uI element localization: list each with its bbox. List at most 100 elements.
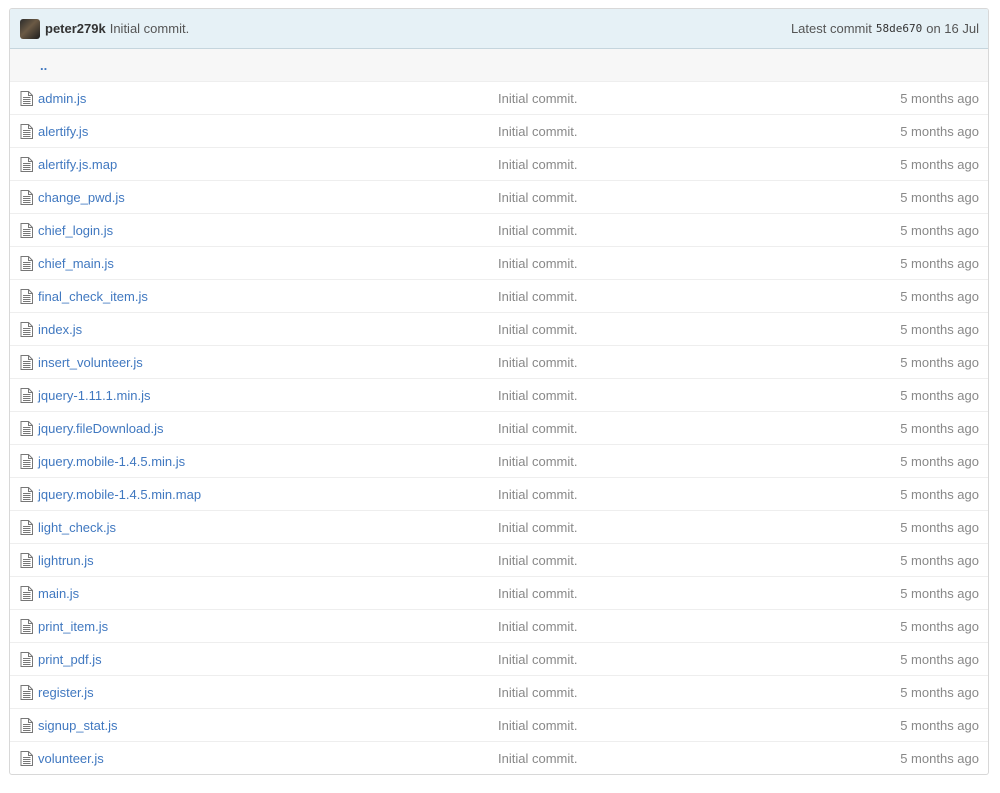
file-row: print_item.js Initial commit. 5 months a… — [10, 609, 988, 642]
file-row: volunteer.js Initial commit. 5 months ag… — [10, 741, 988, 774]
file-age: 5 months ago — [900, 684, 979, 700]
commit-message-link[interactable]: Initial commit. — [110, 21, 189, 36]
file-commit-message[interactable]: Initial commit. — [498, 652, 798, 667]
file-row: signup_stat.js Initial commit. 5 months … — [10, 708, 988, 741]
file-name-cell: jquery-1.11.1.min.js — [20, 387, 498, 403]
file-name-link[interactable]: signup_stat.js — [38, 718, 118, 733]
file-row: lightrun.js Initial commit. 5 months ago — [10, 543, 988, 576]
file-age: 5 months ago — [900, 321, 979, 337]
file-name-link[interactable]: light_check.js — [38, 520, 116, 535]
file-commit-message[interactable]: Initial commit. — [498, 190, 798, 205]
file-age: 5 months ago — [900, 651, 979, 667]
file-list: admin.js Initial commit. 5 months ago al… — [10, 81, 988, 774]
file-commit-message[interactable]: Initial commit. — [498, 751, 798, 766]
file-age: 5 months ago — [900, 420, 979, 436]
file-commit-message[interactable]: Initial commit. — [498, 157, 798, 172]
file-text-icon — [20, 486, 33, 502]
file-text-icon — [20, 717, 33, 733]
file-row: final_check_item.js Initial commit. 5 mo… — [10, 279, 988, 312]
file-name-link[interactable]: change_pwd.js — [38, 190, 125, 205]
file-text-icon — [20, 387, 33, 403]
file-commit-message[interactable]: Initial commit. — [498, 421, 798, 436]
file-name-link[interactable]: lightrun.js — [38, 553, 94, 568]
file-text-icon — [20, 453, 33, 469]
parent-directory-link[interactable]: .. — [40, 58, 47, 73]
file-commit-message[interactable]: Initial commit. — [498, 322, 798, 337]
latest-commit-label: Latest commit — [790, 21, 872, 36]
file-commit-message[interactable]: Initial commit. — [498, 619, 798, 634]
commit-date: on 16 Jul — [926, 21, 979, 36]
file-row: alertify.js.map Initial commit. 5 months… — [10, 147, 988, 180]
file-text-icon — [20, 651, 33, 667]
file-name-link[interactable]: jquery.mobile-1.4.5.min.map — [38, 487, 201, 502]
file-commit-message[interactable]: Initial commit. — [498, 718, 798, 733]
file-commit-message[interactable]: Initial commit. — [498, 388, 798, 403]
file-commit-message[interactable]: Initial commit. — [498, 454, 798, 469]
file-age: 5 months ago — [900, 453, 979, 469]
file-text-icon — [20, 288, 33, 304]
file-age: 5 months ago — [900, 354, 979, 370]
file-name-cell: insert_volunteer.js — [20, 354, 498, 370]
file-row: jquery.mobile-1.4.5.min.js Initial commi… — [10, 444, 988, 477]
file-name-cell: alertify.js.map — [20, 156, 498, 172]
file-name-cell: final_check_item.js — [20, 288, 498, 304]
file-name-cell: signup_stat.js — [20, 717, 498, 733]
file-name-link[interactable]: alertify.js — [38, 124, 88, 139]
file-row: jquery.fileDownload.js Initial commit. 5… — [10, 411, 988, 444]
file-name-link[interactable]: volunteer.js — [38, 751, 104, 766]
file-commit-message[interactable]: Initial commit. — [498, 223, 798, 238]
file-name-link[interactable]: print_item.js — [38, 619, 108, 634]
file-commit-message[interactable]: Initial commit. — [498, 91, 798, 106]
file-name-cell: chief_main.js — [20, 255, 498, 271]
file-commit-message[interactable]: Initial commit. — [498, 124, 798, 139]
file-name-link[interactable]: chief_login.js — [38, 223, 113, 238]
file-age: 5 months ago — [900, 156, 979, 172]
file-age: 5 months ago — [900, 255, 979, 271]
file-commit-message[interactable]: Initial commit. — [498, 487, 798, 502]
file-age: 5 months ago — [900, 618, 979, 634]
file-row: admin.js Initial commit. 5 months ago — [10, 81, 988, 114]
file-name-link[interactable]: jquery.mobile-1.4.5.min.js — [38, 454, 185, 469]
file-name-link[interactable]: main.js — [38, 586, 79, 601]
file-age: 5 months ago — [900, 123, 979, 139]
file-name-link[interactable]: insert_volunteer.js — [38, 355, 143, 370]
file-name-cell: admin.js — [20, 90, 498, 106]
latest-commit-bar: peter279k Initial commit. Latest commit … — [10, 9, 988, 49]
file-name-link[interactable]: register.js — [38, 685, 94, 700]
avatar[interactable] — [20, 18, 40, 39]
file-commit-message[interactable]: Initial commit. — [498, 289, 798, 304]
file-commit-message[interactable]: Initial commit. — [498, 586, 798, 601]
commit-sha-link[interactable]: 58de670 — [876, 22, 922, 35]
file-text-icon — [20, 321, 33, 337]
file-row: chief_login.js Initial commit. 5 months … — [10, 213, 988, 246]
file-age: 5 months ago — [900, 585, 979, 601]
file-commit-message[interactable]: Initial commit. — [498, 685, 798, 700]
file-name-cell: change_pwd.js — [20, 189, 498, 205]
file-row: chief_main.js Initial commit. 5 months a… — [10, 246, 988, 279]
file-commit-message[interactable]: Initial commit. — [498, 520, 798, 535]
file-name-link[interactable]: final_check_item.js — [38, 289, 148, 304]
file-age: 5 months ago — [900, 288, 979, 304]
file-row: alertify.js Initial commit. 5 months ago — [10, 114, 988, 147]
file-commit-message[interactable]: Initial commit. — [498, 553, 798, 568]
file-name-link[interactable]: jquery-1.11.1.min.js — [38, 388, 150, 403]
file-commit-message[interactable]: Initial commit. — [498, 355, 798, 370]
file-text-icon — [20, 618, 33, 634]
file-table: peter279k Initial commit. Latest commit … — [9, 8, 989, 775]
file-name-cell: jquery.mobile-1.4.5.min.map — [20, 486, 498, 502]
parent-directory-row: .. — [10, 49, 988, 81]
commit-author-link[interactable]: peter279k — [45, 21, 106, 36]
file-name-cell: light_check.js — [20, 519, 498, 535]
file-age: 5 months ago — [900, 717, 979, 733]
file-name-link[interactable]: index.js — [38, 322, 82, 337]
file-name-link[interactable]: alertify.js.map — [38, 157, 117, 172]
file-row: index.js Initial commit. 5 months ago — [10, 312, 988, 345]
file-name-link[interactable]: jquery.fileDownload.js — [38, 421, 164, 436]
file-commit-message[interactable]: Initial commit. — [498, 256, 798, 271]
file-name-link[interactable]: admin.js — [38, 91, 86, 106]
file-name-link[interactable]: print_pdf.js — [38, 652, 102, 667]
file-text-icon — [20, 90, 33, 106]
file-text-icon — [20, 354, 33, 370]
file-name-link[interactable]: chief_main.js — [38, 256, 114, 271]
file-age: 5 months ago — [900, 519, 979, 535]
